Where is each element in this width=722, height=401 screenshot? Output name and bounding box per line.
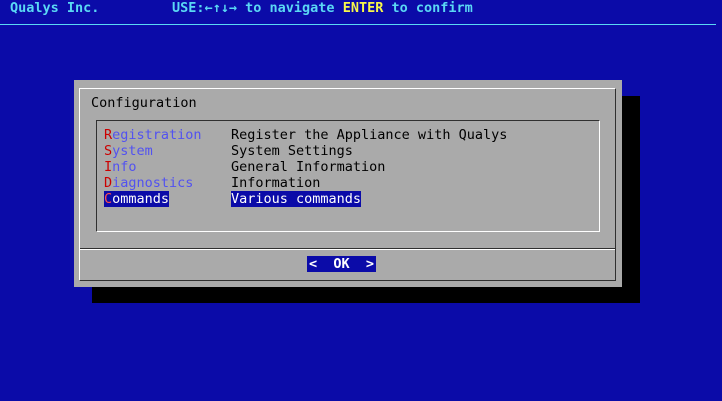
menu-item-tag: Registration — [104, 127, 202, 143]
menu-item-registration[interactable]: Registration Register the Appliance with… — [104, 127, 507, 143]
ok-button[interactable]: < OK > — [307, 256, 377, 272]
menu-item-description: General Information — [231, 159, 386, 175]
menu-item-hotkey: S — [104, 143, 113, 159]
help-prefix: USE: — [172, 0, 205, 16]
menu-item-description: Various commands — [231, 191, 362, 207]
menu-item-diagnostics[interactable]: Diagnostics Information — [104, 175, 320, 191]
configuration-dialog: Configuration Registration Register the … — [74, 80, 622, 287]
menu-item-description: Information — [231, 175, 321, 191]
button-separator — [80, 248, 615, 250]
menu-item-system[interactable]: System System Settings — [104, 143, 353, 159]
menu-item-tag: Info — [104, 159, 137, 175]
menu-item-tag: Commands — [104, 191, 170, 207]
terminal-screen: Qualys Inc. USE:←↑↓→ to navigate ENTER t… — [0, 0, 722, 401]
menu-item-tag: Diagnostics — [104, 175, 193, 191]
help-suffix: to confirm — [383, 0, 473, 16]
menu-item-tag-rest: egistration — [112, 127, 202, 143]
menu-item-hotkey: R — [104, 127, 113, 143]
menu-item-tag-rest: ystem — [112, 143, 153, 159]
navigation-help: USE:←↑↓→ to navigate ENTER to confirm — [172, 0, 473, 16]
help-mid: to navigate — [237, 0, 343, 16]
menu-item-tag-rest: iagnostics — [112, 175, 194, 191]
menu-item-tag-rest: nfo — [112, 159, 137, 175]
brand-label: Qualys Inc. — [10, 0, 100, 16]
header-divider — [0, 24, 716, 25]
dialog-title: Configuration — [91, 95, 197, 111]
menu-item-tag-rest: ommands — [112, 191, 170, 207]
menu-item-description: System Settings — [231, 143, 353, 159]
menu-item-commands[interactable]: Commands Various commands — [104, 191, 362, 207]
menu-item-hotkey: I — [104, 159, 113, 175]
menu-item-hotkey: C — [104, 191, 113, 207]
arrow-keys-icon: ←↑↓→ — [204, 0, 238, 16]
menu-item-description: Register the Appliance with Qualys — [231, 127, 508, 143]
help-enter-key: ENTER — [342, 0, 384, 16]
menu-item-tag: System — [104, 143, 153, 159]
menu-item-hotkey: D — [104, 175, 113, 191]
menu-item-info[interactable]: Info General Information — [104, 159, 385, 175]
